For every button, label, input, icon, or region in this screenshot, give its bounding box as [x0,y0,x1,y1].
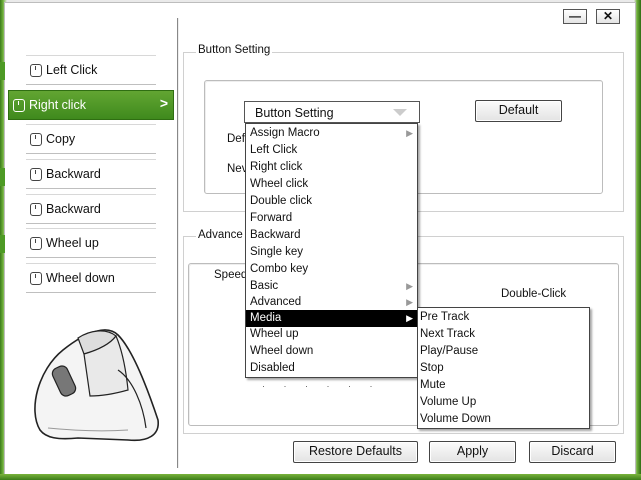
close-button[interactable]: ✕ [596,9,620,24]
menu-item-wheel-down[interactable]: Wheel down [246,343,417,360]
minimize-button[interactable]: — [563,9,587,24]
menu-item-right-click[interactable]: Right click [246,159,417,176]
menu-item-disabled[interactable]: Disabled [246,360,417,377]
mouse-button-icon [30,167,42,181]
chevron-down-icon [393,109,407,116]
double-click-label: Double-Click [501,288,567,300]
sidebar-item-label: Backward [46,202,101,216]
speed-slider-ticks: · · · · · · [262,381,381,391]
menu-item-label: Basic [250,280,279,292]
menu-item-forward[interactable]: Forward [246,210,417,227]
submenu-item-mute[interactable]: Mute [418,377,589,394]
menu-item-basic[interactable]: Basic ▶ [246,278,417,295]
button-function-dropdown: Assign Macro ▶ Left Click Right click Wh… [245,123,418,378]
sidebar-accent [0,235,5,253]
sidebar-item-wheel-down[interactable]: Wheel down [26,263,156,293]
menu-item-double-click[interactable]: Double click [246,193,417,210]
sidebar-item-label: Backward [46,167,101,181]
menu-item-label: Advanced [250,296,302,308]
submenu-item-volume-down[interactable]: Volume Down [418,411,589,428]
window-bottom-border [0,474,641,480]
submenu-arrow-icon: ▶ [406,297,413,307]
discard-button[interactable]: Discard [529,441,616,463]
submenu-item-stop[interactable]: Stop [418,360,589,377]
apply-button[interactable]: Apply [429,441,516,463]
submenu-arrow-icon: ▶ [406,281,413,291]
menu-item-single-key[interactable]: Single key [246,244,417,261]
submenu-item-next-track[interactable]: Next Track [418,326,589,343]
sidebar-item-label: Left Click [46,63,98,77]
select-value: Button Setting [255,106,334,120]
submenu-item-play-pause[interactable]: Play/Pause [418,343,589,360]
chevron-right-icon: > [159,95,168,111]
vertical-mouse-illustration [34,329,159,442]
group-title: Button Setting [196,44,273,56]
menu-item-media[interactable]: Media ▶ [246,310,417,327]
sidebar-item-left-click[interactable]: Left Click [26,55,156,85]
sidebar-item-copy[interactable]: Copy [26,124,156,154]
menu-item-wheel-click[interactable]: Wheel click [246,176,417,193]
sidebar-item-label: Wheel down [46,271,115,285]
submenu-arrow-icon: ▶ [406,128,413,138]
sidebar-item-label: Right click [29,98,86,112]
menu-item-label: Media [250,312,282,324]
menu-item-wheel-up[interactable]: Wheel up [246,326,417,343]
sidebar-accent [0,62,5,80]
media-submenu: Pre Track Next Track Play/Pause Stop Mut… [417,307,590,429]
sidebar-divider [177,18,179,468]
menu-item-combo-key[interactable]: Combo key [246,261,417,278]
submenu-item-volume-up[interactable]: Volume Up [418,394,589,411]
button-function-select[interactable]: Button Setting [244,101,420,123]
mouse-button-icon [13,98,25,112]
sidebar-item-backward-2[interactable]: Backward [26,194,156,224]
mouse-button-icon [30,271,42,285]
menu-item-label: Assign Macro [250,127,320,139]
menu-item-left-click[interactable]: Left Click [246,142,417,159]
mouse-button-icon [30,132,42,146]
sidebar-item-wheel-up[interactable]: Wheel up [26,228,156,258]
submenu-item-pre-track[interactable]: Pre Track [418,309,589,326]
submenu-arrow-icon: ▶ [406,313,413,323]
sidebar-item-label: Copy [46,132,76,146]
sidebar-item-backward[interactable]: Backward [26,159,156,189]
restore-defaults-button[interactable]: Restore Defaults [293,441,418,463]
sidebar-item-right-click[interactable]: Right click > [8,90,174,120]
sidebar-item-label: Wheel up [46,236,99,250]
sidebar-accent [0,168,5,186]
speed-label: Speed [214,269,248,281]
default-button[interactable]: Default [475,100,562,122]
field-label: Def [227,133,245,145]
mouse-button-icon [30,236,42,250]
menu-item-assign-macro[interactable]: Assign Macro ▶ [246,125,417,142]
mouse-button-icon [30,202,42,216]
menu-item-advanced[interactable]: Advanced ▶ [246,294,417,311]
mouse-button-icon [30,63,42,77]
menu-item-backward[interactable]: Backward [246,227,417,244]
group-title: Advance [196,229,245,241]
